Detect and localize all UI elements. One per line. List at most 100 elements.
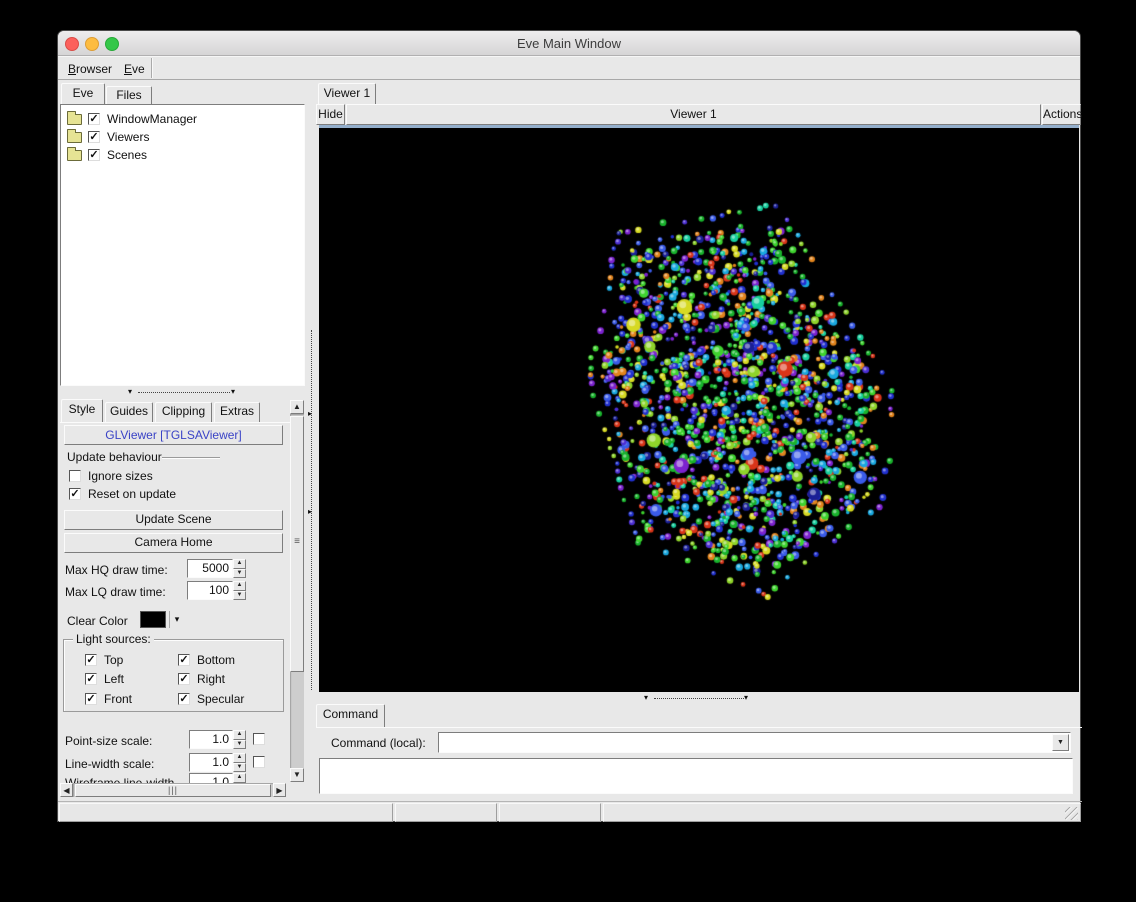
light-front-checkbox[interactable]: ✓ [85, 693, 97, 705]
command-combobox[interactable]: ▼ [438, 732, 1071, 753]
max-lq-spinner[interactable]: ▲ ▼ [233, 581, 246, 600]
event-display-canvas[interactable] [319, 128, 1079, 692]
horizontal-scrollbar-thumb[interactable]: ||| [75, 784, 271, 797]
combobox-dropdown-icon[interactable]: ▼ [1052, 734, 1069, 751]
tree-checkbox[interactable]: ✓ [88, 149, 100, 161]
tab-style[interactable]: Style [61, 399, 103, 423]
screen-background: Eve Main Window Browser Eve Eve Files ✓ … [0, 0, 1136, 902]
light-top-checkbox[interactable]: ✓ [85, 654, 97, 666]
tree-item-label: Scenes [107, 148, 148, 162]
max-lq-input[interactable]: 100 [187, 581, 233, 600]
vertical-scrollbar-thumb[interactable]: ≡ [290, 416, 304, 672]
scrollbar-right-button[interactable]: ▶ [273, 783, 286, 797]
scrollbar-up-button[interactable]: ▲ [290, 400, 304, 414]
update-scene-button[interactable]: Update Scene [64, 510, 283, 530]
wireframe-width-spinner[interactable]: ▲ ▼ [233, 773, 246, 783]
wireframe-width-input[interactable]: 1.0 [189, 773, 233, 783]
light-left-checkbox[interactable]: ✓ [85, 673, 97, 685]
spin-down-icon[interactable]: ▼ [233, 568, 246, 578]
light-right-checkbox[interactable]: ✓ [178, 673, 190, 685]
max-lq-label: Max LQ draw time: [65, 585, 166, 599]
eve-tree-panel: ✓ WindowManager ✓ Viewers ✓ Scenes [60, 104, 305, 386]
command-local-label: Command (local): [331, 736, 426, 750]
tree-item-label: Viewers [107, 130, 150, 144]
menu-bar: Browser Eve [58, 56, 1080, 80]
splitter-caret-icon: ▾ [231, 387, 236, 396]
light-right-label: Right [197, 672, 226, 686]
spin-up-icon[interactable]: ▲ [233, 753, 246, 763]
splitter-caret-icon: ▾ [744, 693, 749, 702]
spin-up-icon[interactable]: ▲ [233, 559, 246, 569]
reset-on-update-label: Reset on update [88, 487, 177, 501]
status-segment [395, 803, 497, 822]
spin-down-icon[interactable]: ▼ [233, 739, 246, 749]
glviewer-button[interactable]: GLViewer [TGLSAViewer] [64, 425, 283, 445]
tree-row-viewers[interactable]: ✓ Viewers [67, 129, 297, 145]
tree-checkbox[interactable]: ✓ [88, 113, 100, 125]
line-width-checkbox[interactable] [253, 756, 265, 768]
title-bar[interactable]: Eve Main Window [58, 31, 1080, 56]
section-separator [162, 457, 220, 458]
menu-browser[interactable]: Browser [64, 60, 116, 78]
line-width-spinner[interactable]: ▲ ▼ [233, 753, 246, 772]
update-behaviour-label: Update behaviour [67, 450, 162, 464]
clear-color-label: Clear Color [67, 614, 128, 628]
ignore-sizes-checkbox[interactable] [69, 470, 81, 482]
reset-on-update-checkbox[interactable]: ✓ [69, 488, 81, 500]
tab-guides[interactable]: Guides [105, 402, 153, 423]
menu-eve[interactable]: Eve [120, 60, 149, 78]
folder-icon [67, 129, 82, 143]
main-vertical-splitter[interactable]: ▸ ▸ [306, 80, 316, 798]
viewer-title-bar[interactable]: Viewer 1 [346, 104, 1041, 125]
light-bottom-checkbox[interactable]: ✓ [178, 654, 190, 666]
clear-color-dropdown[interactable]: ▾ [169, 611, 184, 628]
light-top-label: Top [104, 653, 124, 667]
point-size-spinner[interactable]: ▲ ▼ [233, 730, 246, 749]
light-specular-checkbox[interactable]: ✓ [178, 693, 190, 705]
max-hq-label: Max HQ draw time: [65, 563, 168, 577]
tree-row-scenes[interactable]: ✓ Scenes [67, 147, 297, 163]
spin-down-icon[interactable]: ▼ [233, 590, 246, 600]
scrollbar-left-button[interactable]: ◀ [60, 783, 73, 797]
tab-viewer-1[interactable]: Viewer 1 [318, 83, 376, 105]
splitter-caret-icon: ▾ [128, 387, 133, 396]
tab-command[interactable]: Command [316, 704, 385, 728]
hide-button[interactable]: Hide [316, 104, 345, 125]
spin-down-icon[interactable]: ▼ [233, 762, 246, 772]
clear-color-swatch[interactable] [140, 611, 166, 628]
light-specular-label: Specular [197, 692, 245, 706]
light-front-label: Front [104, 692, 133, 706]
window-title: Eve Main Window [516, 36, 622, 51]
max-hq-spinner[interactable]: ▲ ▼ [233, 559, 246, 578]
splitter-dotted-line [138, 392, 230, 393]
spin-up-icon[interactable]: ▲ [233, 730, 246, 740]
scrollbar-down-button[interactable]: ▼ [290, 768, 304, 782]
max-hq-input[interactable]: 5000 [187, 559, 233, 578]
spin-up-icon[interactable]: ▲ [233, 581, 246, 591]
viewer-horizontal-splitter[interactable]: ▾ ▾ [316, 692, 1082, 704]
spin-up-icon[interactable]: ▲ [233, 773, 246, 783]
command-panel: Command (local): ▼ [316, 727, 1082, 799]
tab-eve[interactable]: Eve [61, 83, 105, 105]
light-left-label: Left [104, 672, 125, 686]
gl-viewport[interactable] [319, 125, 1079, 692]
wireframe-width-label: Wireframe line-width [65, 776, 175, 783]
tree-item-label: WindowManager [107, 112, 198, 126]
resize-grip[interactable] [1065, 807, 1078, 820]
tab-clipping[interactable]: Clipping [155, 402, 212, 423]
tree-row-windowmanager[interactable]: ✓ WindowManager [67, 111, 297, 127]
point-size-input[interactable]: 1.0 [189, 730, 233, 749]
splitter-caret-icon: ▸ [308, 409, 313, 418]
status-segment [59, 803, 393, 822]
camera-home-button[interactable]: Camera Home [64, 533, 283, 553]
line-width-input[interactable]: 1.0 [189, 753, 233, 772]
command-output-area[interactable] [319, 758, 1073, 794]
style-panel: GLViewer [TGLSAViewer] Update behaviour … [60, 422, 290, 783]
tab-extras[interactable]: Extras [214, 402, 260, 423]
left-horizontal-splitter[interactable]: ▾ ▾ [58, 386, 306, 399]
tree-checkbox[interactable]: ✓ [88, 131, 100, 143]
point-size-checkbox[interactable] [253, 733, 265, 745]
actions-button[interactable]: Actions [1042, 104, 1082, 125]
tab-files[interactable]: Files [106, 86, 152, 105]
eve-main-window: Eve Main Window Browser Eve Eve Files ✓ … [57, 30, 1082, 822]
